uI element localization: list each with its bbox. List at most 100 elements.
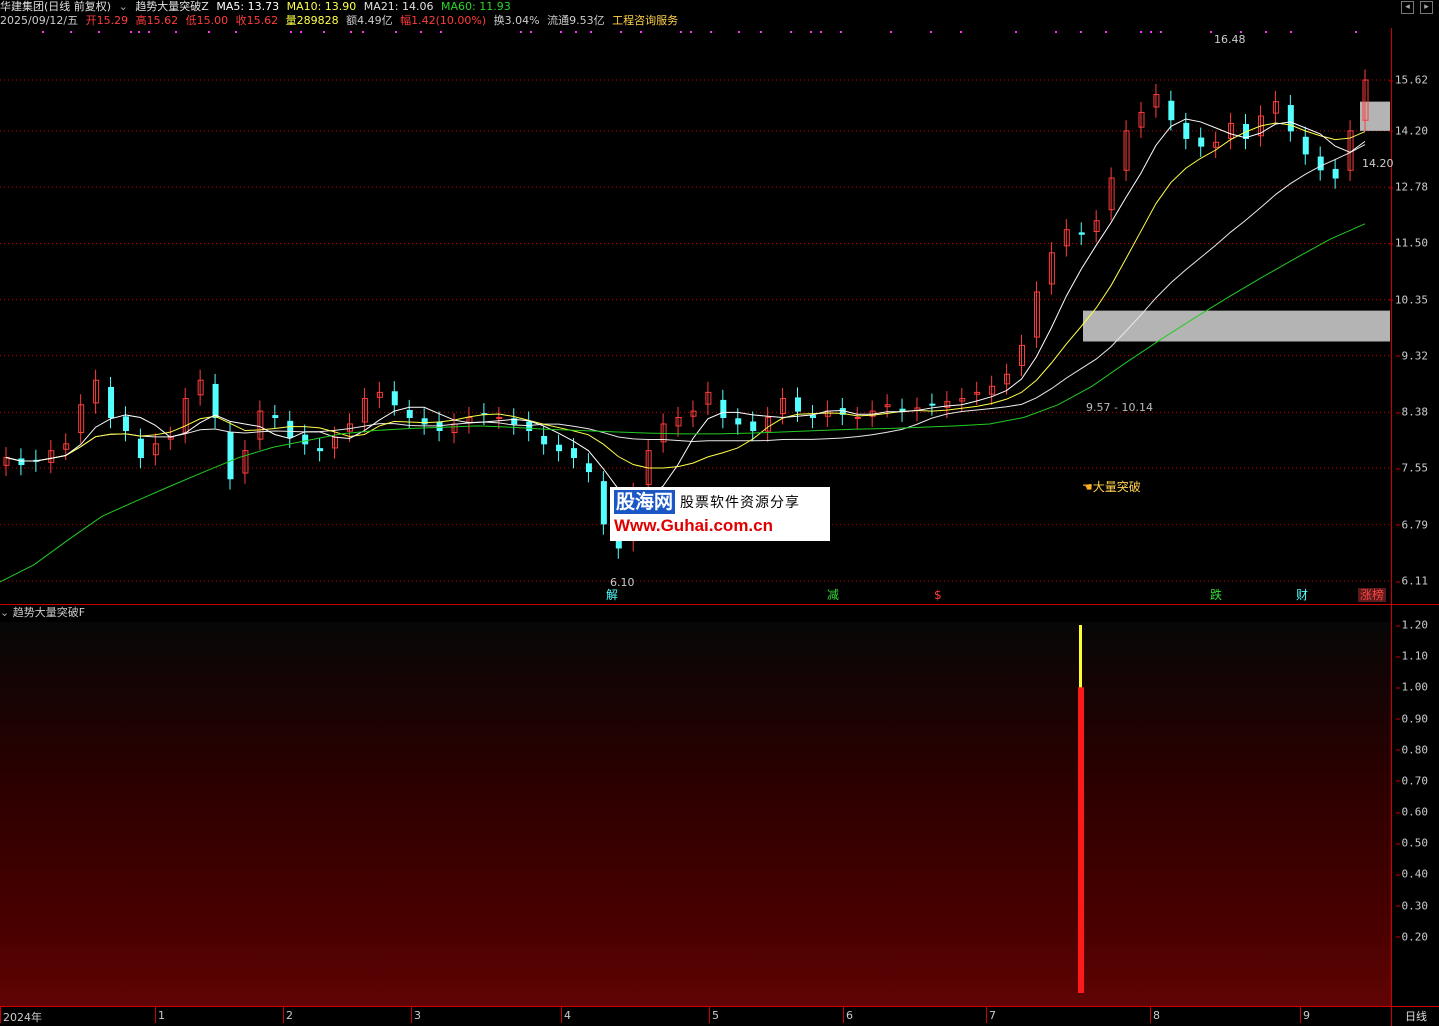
top-marker [738,31,740,33]
next-icon[interactable]: ▸ [1420,1,1433,14]
watermark-logo: 股海网 [614,490,676,514]
event-marker[interactable]: 涨榜 [1358,588,1387,602]
sub-indicator-panel[interactable] [0,622,1391,1006]
top-marker [820,31,822,33]
time-tick-label: 2 [283,1007,293,1023]
top-marker [590,31,592,33]
top-marker [1055,31,1057,33]
top-marker [710,31,712,33]
top-marker [1210,31,1212,33]
signal-cap [1079,625,1082,688]
candle-body [541,435,548,445]
top-marker [810,31,812,33]
quote-volume: 量289828 [285,14,339,27]
watermark-url: Www.Guhai.com.cn [614,516,773,535]
candle-body [1183,122,1190,139]
indicator-name[interactable]: 趋势大量突破Z [135,0,209,13]
price-tick-label: 9.32 [1395,349,1428,363]
event-marker[interactable]: $ [932,588,944,602]
time-tick-label: 4 [561,1007,571,1023]
top-marker [1355,31,1357,33]
sub-indicator-title[interactable]: ⌄ 趋势大量突破F [0,606,85,620]
top-marker [1140,31,1142,33]
stock-name[interactable]: 华建集团(日线 前复权) [0,0,111,13]
time-axis: 2024年 1 2 3 4 5 6 7 8 9 [0,1006,1391,1026]
top-marker [790,31,792,33]
candle-body [302,434,309,445]
candle-body [406,409,413,418]
price-tick-label: 12.78 [1388,180,1428,194]
top-marker [680,31,682,33]
quote-float: 流通9.53亿 [547,14,605,27]
sub-tick-label: 0.80 [1395,743,1428,757]
top-marker [760,31,762,33]
time-tick-label: 8 [1150,1007,1160,1023]
top-marker [1265,31,1267,33]
top-marker [520,31,522,33]
top-marker [640,31,642,33]
event-marker[interactable]: 解 [604,588,620,602]
zone-range-label: 9.57 - 10.14 [1086,401,1153,414]
top-marker [208,31,210,33]
event-marker[interactable]: 财 [1294,588,1310,602]
time-tick-label: 5 [709,1007,719,1023]
candle-body [929,403,936,406]
ma60-value: MA60: 11.93 [441,0,511,13]
candle-body [720,399,727,418]
event-marker[interactable]: 跌 [1208,588,1224,602]
candle-body [108,386,115,418]
prev-icon[interactable]: ◂ [1401,1,1414,14]
price-tick-label: 15.62 [1388,73,1428,87]
quote-detail: 2025/09/12/五 开15.29 高15.62 低15.00 收15.62… [0,14,682,28]
sub-tick-label: 0.30 [1395,899,1428,912]
time-tick-label: 7 [986,1007,996,1023]
price-tick-label: 6.79 [1395,518,1428,532]
sub-tick-label: 0.40 [1395,867,1428,881]
price-tick-label: 6.11 [1395,574,1428,588]
ma21-value: MA21: 14.06 [363,0,434,13]
top-marker [70,31,72,33]
sub-tick-label: 0.70 [1395,774,1428,788]
candle-body [585,463,592,473]
top-marker [175,31,177,33]
ma10-value: MA10: 13.90 [286,0,357,13]
breakout-text: 大量突破 [1092,480,1141,494]
window-controls: ◂ ▸ [1401,1,1433,14]
quote-open: 开15.29 [85,14,129,27]
candle-body [526,421,533,432]
time-tick-label: 2024年 [0,1007,42,1024]
quote-change: 幅1.42(10.00%) [400,14,487,27]
quote-sector[interactable]: 工程咨询服务 [612,14,678,27]
quote-date: 2025/09/12/五 [0,14,79,27]
candle-body [854,416,861,419]
top-marker [1150,31,1152,33]
watermark-banner: 股海网 股票软件资源分享 Www.Guhai.com.cn [610,487,830,541]
candle-body [735,418,742,425]
indicator-dropdown-icon[interactable]: ⌄ [119,0,128,13]
watermark-slogan: 股票软件资源分享 [680,495,800,511]
top-marker [1290,31,1292,33]
candle-body [287,420,294,438]
panel-divider[interactable] [0,604,1439,605]
period-button[interactable]: 日线 [1391,1006,1439,1026]
top-marker [1160,31,1162,33]
breakout-signal: ☚大量突破 [1082,478,1141,495]
sub-tick-label: 0.20 [1395,930,1428,944]
dropdown-icon[interactable]: ⌄ [0,606,9,619]
top-marker [395,31,397,33]
candle-body [317,448,324,452]
top-marker [42,31,44,33]
candle-body [1302,136,1309,155]
price-tick-label: 8.38 [1395,405,1428,419]
top-marker [290,31,292,33]
current-price-label: 14.20 [1362,157,1394,170]
top-marker [575,31,577,33]
ma5-value: MA5: 13.73 [216,0,280,13]
top-marker [148,31,150,33]
top-marker [1080,31,1082,33]
time-tick-label: 9 [1300,1007,1310,1023]
event-marker[interactable]: 减 [825,588,841,602]
candle-body [1078,232,1085,235]
sub-indicator-name[interactable]: 趋势大量突破F [13,606,85,619]
candle-body [272,415,279,418]
